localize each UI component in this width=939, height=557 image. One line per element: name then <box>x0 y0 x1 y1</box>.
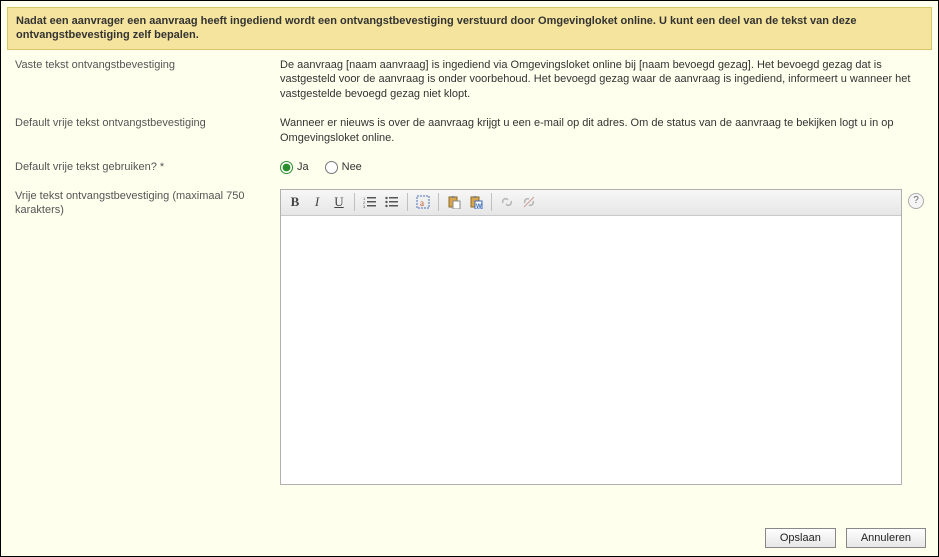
radio-yes-label: Ja <box>297 160 309 175</box>
paste-icon <box>447 195 461 209</box>
underline-button[interactable]: U <box>329 192 349 212</box>
toolbar-separator <box>438 193 439 211</box>
row-use-default: Default vrije tekst gebruiken? * Ja Nee <box>15 160 924 175</box>
toolbar-separator <box>491 193 492 211</box>
unlink-icon <box>522 195 536 209</box>
select-all-button[interactable]: a <box>413 192 433 212</box>
toolbar-separator <box>354 193 355 211</box>
paste-word-icon: W <box>469 195 483 209</box>
svg-text:3: 3 <box>363 204 366 208</box>
select-all-icon: a <box>416 195 430 209</box>
link-button <box>497 192 517 212</box>
ordered-list-icon: 123 <box>363 196 377 208</box>
label-fixed-text: Vaste tekst ontvangstbevestiging <box>15 58 280 72</box>
rich-text-editor: B I U 123 a <box>280 189 902 485</box>
radio-no-label: Nee <box>342 160 362 175</box>
paste-button[interactable] <box>444 192 464 212</box>
label-default-free-text: Default vrije tekst ontvangstbevestiging <box>15 116 280 130</box>
paste-from-word-button[interactable]: W <box>466 192 486 212</box>
info-banner: Nadat een aanvrager een aanvraag heeft i… <box>7 7 932 50</box>
form-content: Vaste tekst ontvangstbevestiging De aanv… <box>1 58 938 485</box>
radio-option-yes[interactable]: Ja <box>280 160 309 175</box>
radio-no[interactable] <box>325 161 338 174</box>
dialog-footer: Opslaan Annuleren <box>765 528 926 548</box>
config-dialog: Nadat een aanvrager een aanvraag heeft i… <box>0 0 939 557</box>
row-default-free-text: Default vrije tekst ontvangstbevestiging… <box>15 116 924 146</box>
unordered-list-button[interactable] <box>382 192 402 212</box>
row-free-text-editor: Vrije tekst ontvangstbevestiging (maxima… <box>15 189 924 485</box>
save-button[interactable]: Opslaan <box>765 528 836 548</box>
cancel-button[interactable]: Annuleren <box>846 528 926 548</box>
value-default-free-text: Wanneer er nieuws is over de aanvraag kr… <box>280 116 924 146</box>
svg-text:a: a <box>420 198 424 208</box>
unlink-button <box>519 192 539 212</box>
free-text-textarea[interactable] <box>281 216 901 484</box>
svg-text:W: W <box>476 204 482 209</box>
ordered-list-button[interactable]: 123 <box>360 192 380 212</box>
label-use-default: Default vrije tekst gebruiken? * <box>15 160 280 174</box>
row-fixed-text: Vaste tekst ontvangstbevestiging De aanv… <box>15 58 924 103</box>
radio-group-use-default: Ja Nee <box>280 160 924 175</box>
editor-toolbar: B I U 123 a <box>281 190 901 216</box>
label-free-text: Vrije tekst ontvangstbevestiging (maxima… <box>15 189 280 218</box>
help-button[interactable]: ? <box>908 193 924 209</box>
value-fixed-text: De aanvraag [naam aanvraag] is ingediend… <box>280 58 924 103</box>
radio-yes[interactable] <box>280 161 293 174</box>
toolbar-separator <box>407 193 408 211</box>
italic-button[interactable]: I <box>307 192 327 212</box>
radio-option-no[interactable]: Nee <box>325 160 362 175</box>
link-icon <box>500 195 514 209</box>
bold-button[interactable]: B <box>285 192 305 212</box>
unordered-list-icon <box>385 196 399 208</box>
editor-wrap: B I U 123 a <box>280 189 924 485</box>
